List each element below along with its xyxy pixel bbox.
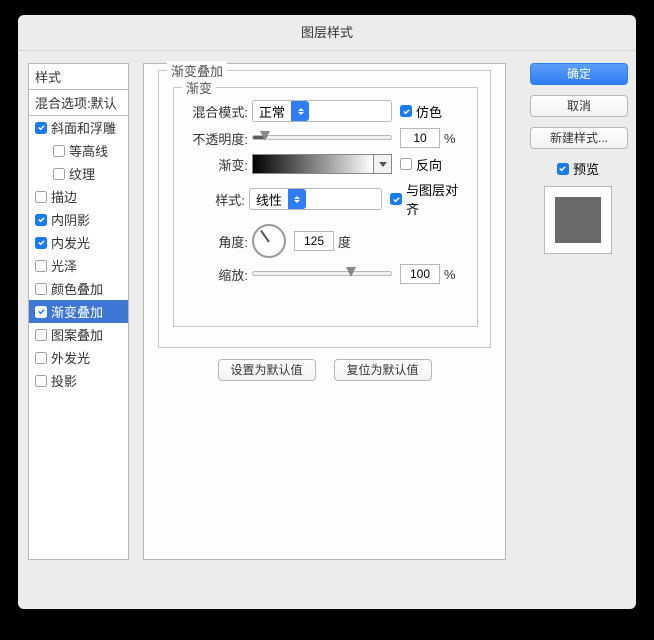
sidebar-item-label: 内阴影: [51, 210, 90, 229]
preview-checkbox[interactable]: 预览: [530, 159, 626, 178]
angle-input[interactable]: [294, 231, 334, 251]
check-icon: [35, 283, 47, 295]
scale-input[interactable]: [400, 264, 440, 284]
gradient-label: 渐变:: [184, 155, 252, 174]
check-icon: [53, 145, 65, 157]
sidebar-item-8[interactable]: 渐变叠加: [29, 300, 128, 323]
reset-default-button[interactable]: 复位为默认值: [334, 359, 432, 381]
check-icon: [557, 163, 569, 175]
chevron-updown-icon: [291, 101, 309, 121]
check-icon: [35, 191, 47, 203]
check-icon: [35, 260, 47, 272]
chevron-down-icon: [373, 155, 391, 173]
new-style-button[interactable]: 新建样式...: [530, 127, 628, 149]
sidebar-item-5[interactable]: 内发光: [29, 231, 128, 254]
settings-panel: 渐变叠加 渐变 混合模式: 正常 仿色 不透明度:: [143, 63, 506, 560]
set-default-button[interactable]: 设置为默认值: [218, 359, 316, 381]
check-icon: [35, 122, 47, 134]
sidebar-item-label: 光泽: [51, 256, 77, 275]
check-icon: [390, 193, 402, 205]
dither-label: 仿色: [416, 102, 442, 121]
check-icon: [35, 375, 47, 387]
sidebar-item-label: 等高线: [69, 141, 108, 160]
styles-sidebar: 样式 混合选项:默认 斜面和浮雕等高线纹理描边内阴影内发光光泽颜色叠加渐变叠加图…: [28, 63, 129, 560]
sidebar-item-label: 斜面和浮雕: [51, 118, 116, 137]
blend-mode-label: 混合模式:: [184, 102, 252, 121]
angle-unit: 度: [338, 232, 351, 251]
sidebar-item-11[interactable]: 投影: [29, 369, 128, 392]
sidebar-item-label: 内发光: [51, 233, 90, 252]
angle-dial[interactable]: [252, 224, 286, 258]
sidebar-item-0[interactable]: 斜面和浮雕: [29, 116, 128, 139]
sidebar-item-9[interactable]: 图案叠加: [29, 323, 128, 346]
check-icon: [400, 158, 412, 170]
chevron-updown-icon: [288, 189, 306, 209]
sidebar-item-3[interactable]: 描边: [29, 185, 128, 208]
sidebar-item-label: 纹理: [69, 164, 95, 183]
sidebar-item-label: 颜色叠加: [51, 279, 103, 298]
align-checkbox[interactable]: 与图层对齐: [390, 180, 467, 218]
sidebar-item-2[interactable]: 纹理: [29, 162, 128, 185]
align-label: 与图层对齐: [406, 180, 467, 218]
reverse-checkbox[interactable]: 反向: [400, 155, 442, 174]
opacity-slider[interactable]: [252, 129, 392, 147]
sidebar-item-label: 描边: [51, 187, 77, 206]
right-column: 确定 取消 新建样式... 预览: [530, 63, 626, 254]
sidebar-item-label: 图案叠加: [51, 325, 103, 344]
sidebar-header-styles[interactable]: 样式: [29, 64, 128, 90]
check-icon: [400, 105, 412, 117]
sidebar-item-label: 外发光: [51, 348, 90, 367]
preview-swatch: [544, 186, 612, 254]
check-icon: [35, 329, 47, 341]
scale-slider[interactable]: [252, 265, 392, 283]
sidebar-item-1[interactable]: 等高线: [29, 139, 128, 162]
ok-button[interactable]: 确定: [530, 63, 628, 85]
check-icon: [35, 214, 47, 226]
dialog-title: 图层样式: [18, 15, 636, 51]
check-icon: [35, 352, 47, 364]
sidebar-item-10[interactable]: 外发光: [29, 346, 128, 369]
sidebar-header-blend[interactable]: 混合选项:默认: [29, 90, 128, 116]
style-select[interactable]: 线性: [249, 188, 382, 210]
style-label: 样式:: [184, 190, 249, 209]
blend-mode-select[interactable]: 正常: [252, 100, 392, 122]
sidebar-item-7[interactable]: 颜色叠加: [29, 277, 128, 300]
angle-label: 角度:: [184, 232, 252, 251]
sidebar-item-label: 投影: [51, 371, 77, 390]
scale-unit: %: [444, 267, 456, 282]
cancel-button[interactable]: 取消: [530, 95, 628, 117]
dither-checkbox[interactable]: 仿色: [400, 102, 442, 121]
scale-label: 缩放:: [184, 265, 252, 284]
sidebar-item-label: 渐变叠加: [51, 302, 103, 321]
check-icon: [35, 306, 47, 318]
preview-label: 预览: [573, 159, 599, 178]
opacity-input[interactable]: [400, 128, 440, 148]
gradient-picker[interactable]: [252, 154, 392, 174]
sidebar-item-6[interactable]: 光泽: [29, 254, 128, 277]
check-icon: [35, 237, 47, 249]
opacity-label: 不透明度:: [184, 129, 252, 148]
reverse-label: 反向: [416, 155, 442, 174]
check-icon: [53, 168, 65, 180]
sidebar-item-4[interactable]: 内阴影: [29, 208, 128, 231]
group-title-gradient: 渐变: [182, 78, 216, 97]
opacity-unit: %: [444, 131, 456, 146]
